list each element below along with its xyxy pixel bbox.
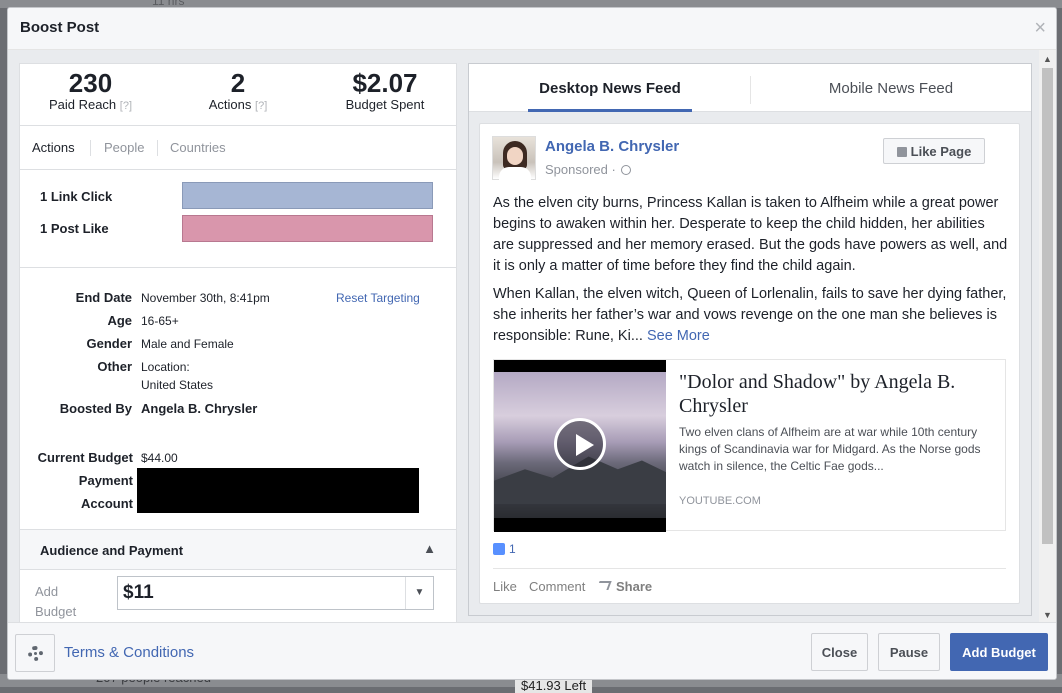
current-budget-value: $44.00: [141, 451, 178, 465]
chevron-up-icon[interactable]: ▲: [423, 541, 436, 556]
account-label: Account: [81, 496, 133, 511]
stat-actions: 2 Actions [?]: [186, 68, 290, 113]
preview-panel: Desktop News Feed Mobile News Feed Angel…: [468, 63, 1032, 616]
backdrop-left: $41.93 Left: [515, 678, 593, 693]
avatar[interactable]: [492, 136, 536, 181]
dialog-header: Boost Post ×: [8, 8, 1056, 50]
stat-budget-spent: $2.07 Budget Spent: [333, 68, 437, 112]
stat-label: Paid Reach: [48, 97, 117, 112]
post-like-bar: [182, 215, 433, 242]
post-paragraph: When Kallan, the elven witch, Queen of L…: [493, 286, 1007, 344]
redacted-payment-account: [137, 468, 419, 513]
close-icon[interactable]: ×: [1034, 18, 1046, 38]
globe-icon: [621, 165, 632, 175]
active-tab-indicator: [528, 109, 692, 112]
settings-button[interactable]: [15, 634, 55, 672]
location-value: United States: [141, 378, 214, 392]
tab-actions[interactable]: Actions: [32, 140, 75, 155]
link-domain: YOUTUBE.COM: [679, 495, 761, 507]
audience-payment-title: Audience and Payment: [40, 543, 184, 558]
gear-icon: [28, 646, 43, 661]
scrollbar[interactable]: ▲ ▼: [1039, 50, 1056, 622]
tab-countries[interactable]: Countries: [170, 140, 226, 155]
age-label: Age: [107, 313, 132, 328]
add-budget-label: Add Budget: [35, 584, 77, 619]
pause-button[interactable]: Pause: [878, 633, 940, 671]
dialog-title: Boost Post: [20, 19, 100, 36]
stat-label: Budget Spent: [345, 97, 425, 112]
chevron-down-icon[interactable]: ▼: [405, 577, 433, 609]
sponsored-label: Sponsored ·: [545, 162, 632, 177]
help-link[interactable]: [?]: [255, 100, 267, 112]
like-action[interactable]: Like: [493, 579, 517, 594]
link-attachment[interactable]: "Dolor and Shadow" by Angela B. Chrysler…: [493, 359, 1006, 532]
stat-value: $2.07: [352, 68, 418, 98]
play-icon[interactable]: [554, 418, 606, 470]
end-date-value: November 30th, 8:41pm: [141, 291, 270, 305]
results-panel: 230 Paid Reach [?] 2 Actions [?] $2.07 B…: [19, 63, 457, 629]
link-description: Two elven clans of Alfheim are at war wh…: [679, 425, 981, 473]
bar-label-link-click: 1 Link Click: [40, 189, 113, 204]
gender-label: Gender: [86, 336, 132, 351]
scroll-down-icon[interactable]: ▼: [1043, 610, 1052, 620]
link-click-bar: [182, 182, 433, 209]
result-subtabs: Actions People Countries: [20, 126, 456, 170]
stat-value: 230: [68, 68, 113, 98]
boosted-by-label: Boosted By: [59, 401, 132, 416]
post-message: As the elven city burns, Princess Kallan…: [493, 193, 1009, 354]
tab-mobile-news-feed[interactable]: Mobile News Feed: [809, 80, 973, 97]
tab-divider: [157, 140, 158, 156]
share-icon: [596, 581, 612, 590]
gender-value: Male and Female: [141, 337, 234, 351]
bar-label-post-like: 1 Post Like: [40, 221, 109, 236]
current-budget-label: Current Budget: [37, 450, 133, 465]
terms-link[interactable]: Terms & Conditions: [64, 644, 194, 661]
post-paragraph: As the elven city burns, Princess Kallan…: [493, 195, 1008, 274]
reset-targeting-link[interactable]: Reset Targeting: [336, 291, 420, 305]
end-date-label: End Date: [75, 290, 132, 305]
thumbs-up-icon: [896, 146, 907, 157]
other-label: Other: [97, 359, 132, 374]
scrollbar-thumb[interactable]: [1042, 68, 1053, 544]
link-title[interactable]: "Dolor and Shadow" by Angela B. Chrysler: [679, 370, 997, 418]
stat-value: 2: [230, 68, 246, 98]
stat-label: Actions: [208, 97, 252, 112]
add-budget-button[interactable]: Add Budget: [950, 633, 1048, 671]
help-link[interactable]: [?]: [120, 100, 132, 112]
post-preview-card: Angela B. Chrysler Sponsored · Like Page…: [479, 123, 1020, 604]
dialog-footer: Terms & Conditions Close Pause Add Budge…: [8, 622, 1056, 679]
boost-details: End Date November 30th, 8:41pm Reset Tar…: [20, 268, 456, 530]
close-button[interactable]: Close: [811, 633, 868, 671]
comment-action[interactable]: Comment: [529, 579, 585, 594]
age-value: 16-65+: [141, 314, 179, 328]
scroll-up-icon[interactable]: ▲: [1043, 54, 1052, 64]
payment-label: Payment: [78, 473, 133, 488]
tab-divider: [750, 76, 751, 104]
boosted-by-value: Angela B. Chrysler: [141, 401, 258, 416]
add-budget-input[interactable]: [118, 577, 404, 609]
actions-breakdown: 1 Link Click 1 Post Like: [20, 170, 456, 268]
tab-divider: [90, 140, 91, 156]
stat-paid-reach: 230 Paid Reach [?]: [38, 68, 143, 113]
tab-people[interactable]: People: [104, 140, 144, 155]
preview-tabs: Desktop News Feed Mobile News Feed: [469, 64, 1031, 112]
add-budget-select[interactable]: ▼: [117, 576, 434, 610]
audience-payment-header[interactable]: Audience and Payment ▲: [20, 530, 456, 570]
page-name-link[interactable]: Angela B. Chrysler: [545, 138, 679, 155]
location-label: Location:: [141, 360, 190, 374]
like-count[interactable]: 1: [493, 542, 516, 556]
like-page-button[interactable]: Like Page: [883, 138, 985, 164]
video-thumbnail[interactable]: [494, 360, 666, 532]
share-action[interactable]: Share: [596, 579, 652, 594]
stats-row: 230 Paid Reach [?] 2 Actions [?] $2.07 B…: [20, 64, 456, 126]
dialog-body: 230 Paid Reach [?] 2 Actions [?] $2.07 B…: [8, 50, 1056, 629]
boost-post-dialog: Boost Post × 230 Paid Reach [?] 2 Action…: [7, 7, 1057, 680]
see-more-link[interactable]: See More: [647, 328, 710, 344]
like-icon: [493, 543, 505, 555]
divider: [493, 568, 1006, 569]
tab-desktop-news-feed[interactable]: Desktop News Feed: [528, 80, 692, 97]
